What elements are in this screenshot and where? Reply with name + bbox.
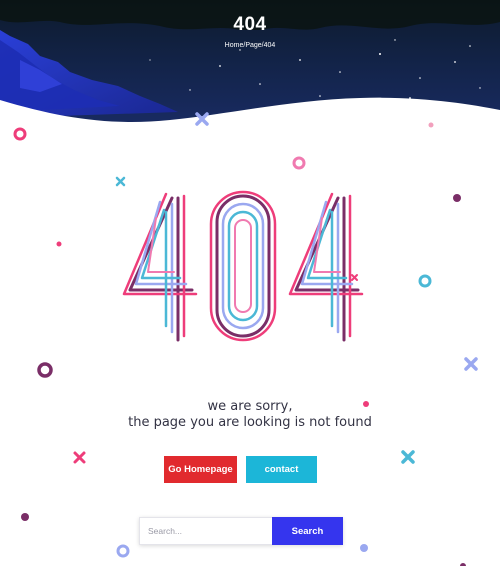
- digit-zero: [209, 190, 277, 342]
- breadcrumb: Home/Page/404: [0, 42, 500, 49]
- hero-banner: 404 Home/Page/404: [0, 0, 500, 135]
- page-title: 404: [233, 14, 267, 35]
- cross-decoration: [73, 451, 86, 464]
- ring-decoration: [418, 274, 432, 288]
- search-button[interactable]: Search: [272, 517, 343, 545]
- dot-decoration: [56, 241, 62, 247]
- go-homepage-button[interactable]: Go Homepage: [164, 456, 237, 483]
- search-input[interactable]: [139, 517, 272, 545]
- contact-button[interactable]: contact: [246, 456, 317, 483]
- cross-decoration: [464, 357, 478, 371]
- cross-decoration: [115, 176, 126, 187]
- cross-decoration: [401, 450, 415, 464]
- error-message-line1: we are sorry,: [207, 399, 293, 414]
- ring-decoration: [37, 362, 53, 378]
- error-message: we are sorry, the page you are looking i…: [0, 399, 500, 431]
- dot-decoration: [21, 513, 29, 521]
- error-404-illustration: [122, 190, 364, 342]
- search-form: Search: [139, 517, 343, 545]
- breadcrumb-current: 404: [263, 42, 276, 49]
- dot-decoration: [360, 544, 368, 552]
- digit-four-right: [288, 192, 364, 342]
- ring-decoration: [116, 544, 130, 558]
- ring-decoration: [292, 156, 306, 170]
- breadcrumb-home[interactable]: Home: [225, 42, 244, 49]
- breadcrumb-page[interactable]: Page: [245, 42, 261, 49]
- digit-four-left: [122, 192, 198, 342]
- error-message-line2: the page you are looking is not found: [128, 415, 372, 430]
- dot-decoration: [453, 194, 461, 202]
